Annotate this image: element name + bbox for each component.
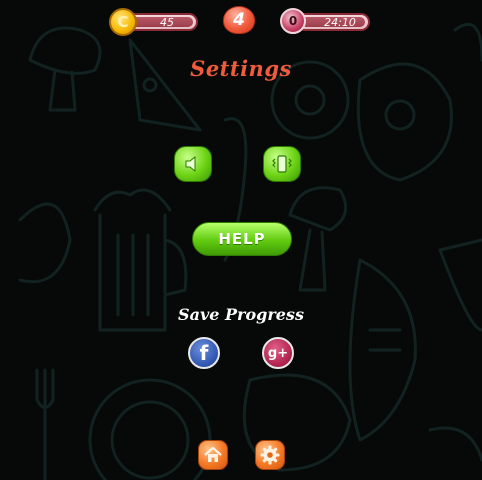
google-plus-button[interactable]: g+ [262, 337, 294, 369]
sound-toggle-button[interactable] [174, 146, 212, 182]
home-icon [204, 446, 222, 462]
coin-symbol: C [117, 13, 129, 31]
vibrate-icon [272, 155, 292, 173]
gear-icon [260, 445, 280, 465]
heart-timer-icon: 0 [280, 8, 306, 34]
timer-counter: 24:10 [296, 13, 370, 31]
home-button[interactable] [198, 440, 228, 470]
lives-counter: 4 [223, 6, 255, 34]
help-button[interactable]: HELP [192, 222, 292, 256]
vibrate-toggle-button[interactable] [263, 146, 301, 182]
save-progress-label: Save Progress [178, 305, 304, 324]
coins-value: 45 [160, 16, 174, 29]
facebook-button[interactable]: f [188, 337, 220, 369]
facebook-icon: f [199, 341, 209, 365]
coin-icon: C [109, 8, 137, 36]
settings-title: Settings [190, 56, 292, 81]
settings-button[interactable] [255, 440, 285, 470]
google-plus-icon: g+ [267, 345, 289, 361]
lives-value: 4 [233, 10, 245, 30]
speaker-icon [185, 155, 196, 173]
timer-symbol: 0 [288, 14, 298, 28]
timer-value: 24:10 [324, 16, 356, 29]
